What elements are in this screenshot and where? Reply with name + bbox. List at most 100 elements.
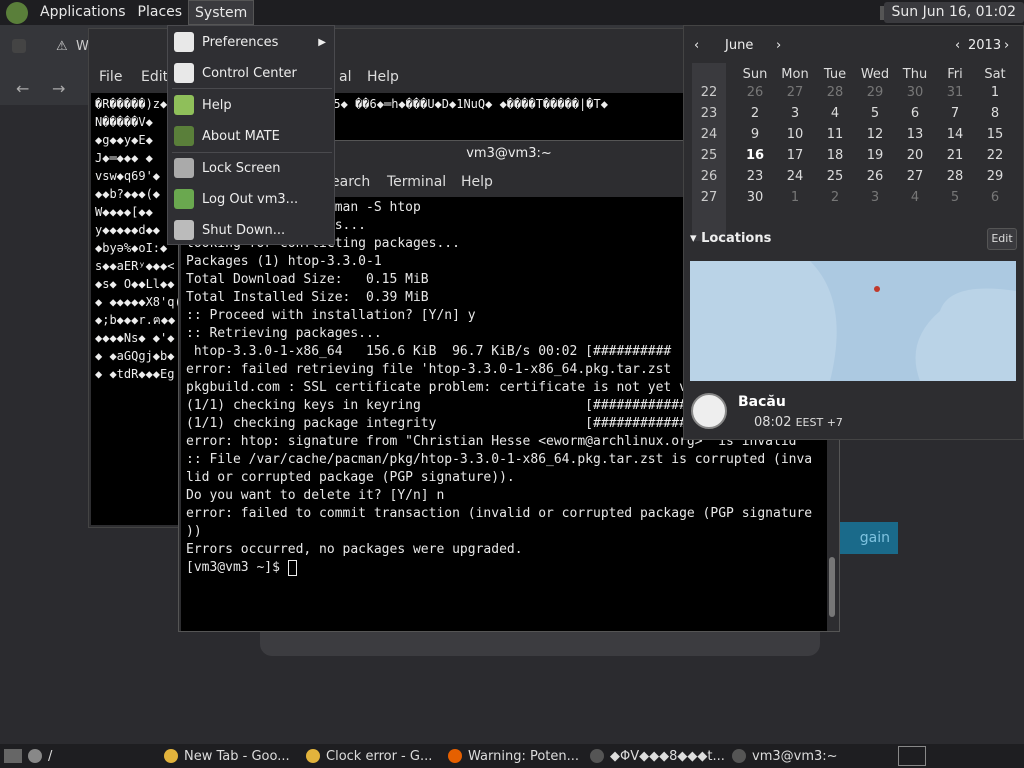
calendar-day[interactable]: 28: [935, 169, 975, 184]
menu-item-lock-screen[interactable]: Lock Screen: [168, 153, 334, 183]
calendar-day[interactable]: 9: [735, 127, 775, 142]
text-cursor: [287, 559, 297, 576]
calendar-day[interactable]: 31: [935, 85, 975, 100]
taskbar-item[interactable]: New Tab - Goo...: [164, 745, 300, 767]
prev-year-button[interactable]: ‹: [955, 38, 960, 53]
calendar-day[interactable]: 14: [935, 127, 975, 142]
applications-menu[interactable]: Applications: [34, 0, 132, 25]
locations-label: Locations: [701, 231, 772, 246]
calendar-day[interactable]: 5: [935, 190, 975, 205]
week-number: 25: [700, 148, 718, 163]
calendar-day[interactable]: 3: [855, 190, 895, 205]
world-map-image: [690, 261, 1016, 381]
browser-tab-partial[interactable]: W: [76, 39, 89, 54]
calendar-day[interactable]: 20: [895, 148, 935, 163]
calendar-day[interactable]: 2: [815, 190, 855, 205]
calendar-day[interactable]: 17: [775, 148, 815, 163]
menu-terminal-partial[interactable]: al: [339, 69, 351, 85]
menu-item-preferences[interactable]: Preferences ▶: [168, 27, 334, 57]
calendar-day[interactable]: 26: [735, 85, 775, 100]
calendar-day[interactable]: 5: [855, 106, 895, 121]
top-panel: Applications Places System Sun Jun 16, 0…: [0, 0, 1024, 25]
calendar-day[interactable]: 4: [895, 190, 935, 205]
terminal-line: Do you want to delete it? [Y/n] n: [186, 488, 445, 503]
scrollbar-thumb[interactable]: [829, 557, 835, 617]
menu-item-help[interactable]: Help: [168, 90, 334, 120]
calendar-day[interactable]: 1: [975, 85, 1015, 100]
location-timezone: EEST +7: [795, 416, 843, 429]
calendar-day[interactable]: 30: [735, 190, 775, 205]
location-marker: [874, 286, 880, 292]
next-month-button[interactable]: ›: [776, 38, 781, 53]
forward-arrow-icon[interactable]: →: [52, 79, 65, 98]
weekday-header: Sun: [742, 67, 768, 82]
calendar-day[interactable]: 8: [975, 106, 1015, 121]
menu-file[interactable]: File: [99, 69, 122, 85]
calendar-day[interactable]: 10: [775, 127, 815, 142]
next-year-button[interactable]: ›: [1004, 38, 1009, 53]
calendar-day[interactable]: 22: [975, 148, 1015, 163]
menu-item-label: Lock Screen: [202, 160, 281, 176]
calendar-grid: Sun Mon Tue Wed Thu Fri Sat 22 26 27 28 29 30 31 1 23 2 3…: [693, 63, 1015, 243]
calendar-day[interactable]: 12: [855, 127, 895, 142]
prev-month-button[interactable]: ‹: [694, 38, 699, 53]
year-label: 2013: [968, 38, 1002, 53]
calendar-day[interactable]: 23: [735, 169, 775, 184]
taskbar-item[interactable]: vm3@vm3:~: [732, 745, 868, 767]
taskbar-item[interactable]: ◆ΦV◆◆◆8◆◆◆t...: [590, 745, 726, 767]
dialog-fragment: [260, 630, 820, 656]
calendar-day[interactable]: 11: [815, 127, 855, 142]
calendar-day[interactable]: 15: [975, 127, 1015, 142]
help-icon: [174, 95, 194, 115]
calendar-day[interactable]: 27: [895, 169, 935, 184]
try-again-button[interactable]: gain: [838, 522, 898, 554]
calendar-day[interactable]: 19: [855, 148, 895, 163]
calendar-day[interactable]: 4: [815, 106, 855, 121]
menu-item-shut-down[interactable]: Shut Down...: [168, 215, 334, 245]
back-arrow-icon[interactable]: ←: [16, 79, 29, 98]
calendar-day[interactable]: 16: [735, 148, 775, 163]
week-number: 24: [700, 127, 718, 142]
show-desktop-icon[interactable]: [4, 749, 22, 763]
calendar-day[interactable]: 27: [775, 85, 815, 100]
submenu-arrow-icon: ▶: [318, 36, 326, 48]
menu-item-about-mate[interactable]: About MATE: [168, 121, 334, 151]
places-menu[interactable]: Places: [132, 0, 189, 25]
menu-item-control-center[interactable]: Control Center: [168, 58, 334, 88]
calendar-day[interactable]: 6: [975, 190, 1015, 205]
menu-item-log-out-vm3[interactable]: Log Out vm3...: [168, 184, 334, 214]
calendar-day[interactable]: 1: [775, 190, 815, 205]
calendar-day[interactable]: 26: [855, 169, 895, 184]
calendar-day[interactable]: 24: [775, 169, 815, 184]
mate-logo-icon[interactable]: [6, 1, 28, 24]
locations-header[interactable]: ▾ Locations: [690, 231, 771, 246]
panel-clock[interactable]: Sun Jun 16, 01:02: [883, 2, 1024, 23]
calendar-day[interactable]: 29: [975, 169, 1015, 184]
calendar-day[interactable]: 28: [815, 85, 855, 100]
calendar-day[interactable]: 2: [735, 106, 775, 121]
menu-edit[interactable]: Edit: [141, 69, 168, 85]
taskbar-item[interactable]: /: [28, 745, 158, 767]
calendar-day[interactable]: 25: [815, 169, 855, 184]
calendar-day[interactable]: 6: [895, 106, 935, 121]
edit-locations-button[interactable]: Edit: [987, 228, 1017, 250]
calendar-day[interactable]: 7: [935, 106, 975, 121]
menu-terminal[interactable]: Terminal: [387, 174, 446, 190]
calendar-day[interactable]: 13: [895, 127, 935, 142]
menu-help[interactable]: Help: [461, 174, 493, 190]
workspace-switcher[interactable]: [898, 746, 926, 766]
taskbar-item[interactable]: Warning: Poten...: [448, 745, 584, 767]
calendar-day[interactable]: 3: [775, 106, 815, 121]
calendar-day[interactable]: 21: [935, 148, 975, 163]
calendar-day[interactable]: 29: [855, 85, 895, 100]
menu-search[interactable]: earch: [331, 174, 370, 190]
prompt-line: [vm3@vm3 ~]$: [186, 559, 822, 577]
terminal-icon: [732, 749, 746, 763]
menu-help[interactable]: Help: [367, 69, 399, 85]
world-map: [690, 261, 1016, 381]
calendar-day[interactable]: 18: [815, 148, 855, 163]
calendar-day[interactable]: 30: [895, 85, 935, 100]
system-menu[interactable]: System: [188, 0, 255, 25]
taskbar-item[interactable]: Clock error - G...: [306, 745, 442, 767]
about-mate-icon: [174, 126, 194, 146]
